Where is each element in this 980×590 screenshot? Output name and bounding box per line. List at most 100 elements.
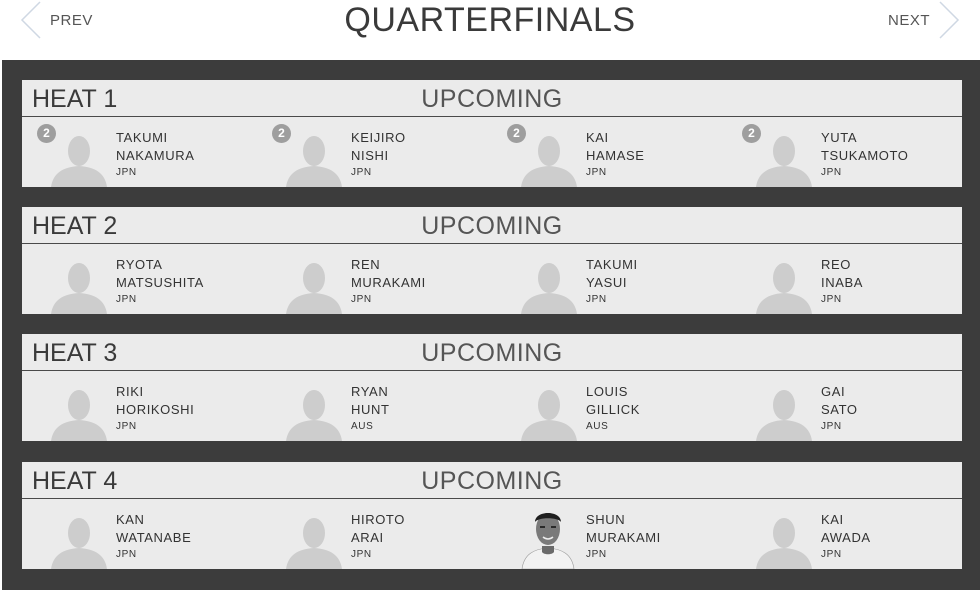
athlete-first-name: KEIJIRO	[351, 130, 406, 145]
heat-card: HEAT 1 UPCOMING 2 TAKUMI NAKAMURA JPN 2 KEIJIRO…	[22, 80, 962, 187]
avatar-placeholder-icon	[286, 518, 342, 569]
athlete-slot[interactable]: KAI AWADA JPN	[727, 499, 962, 569]
athlete-country: JPN	[821, 167, 842, 178]
athlete-first-name: RIKI	[116, 384, 144, 399]
athlete-last-name: HUNT	[351, 402, 390, 417]
athlete-country: AUS	[586, 421, 609, 432]
athlete-country: JPN	[116, 294, 137, 305]
avatar-placeholder-icon	[286, 390, 342, 441]
athlete-country: JPN	[351, 167, 372, 178]
athlete-row: RIKI HORIKOSHI JPN RYAN HUNT AUS LOUIS GILLICK A…	[22, 371, 962, 441]
athlete-country: JPN	[116, 167, 137, 178]
athlete-photo	[521, 513, 575, 569]
avatar-placeholder-icon	[521, 136, 577, 187]
athlete-last-name: MATSUSHITA	[116, 275, 204, 290]
athlete-last-name: NAKAMURA	[116, 148, 195, 163]
athlete-last-name: MURAKAMI	[586, 530, 661, 545]
athlete-last-name: YASUI	[586, 275, 628, 290]
athlete-slot[interactable]: LOUIS GILLICK AUS	[492, 371, 727, 441]
heat-header: HEAT 1 UPCOMING	[22, 80, 962, 117]
avatar-placeholder-icon	[756, 263, 812, 314]
athlete-first-name: YUTA	[821, 130, 858, 145]
athlete-slot[interactable]: TAKUMI YASUI JPN	[492, 244, 727, 314]
athlete-last-name: TSUKAMOTO	[821, 148, 909, 163]
athlete-first-name: GAI	[821, 384, 846, 399]
athlete-first-name: REN	[351, 257, 381, 272]
athlete-country: JPN	[586, 294, 607, 305]
athlete-last-name: AWADA	[821, 530, 871, 545]
athlete-country: JPN	[821, 549, 842, 560]
athlete-first-name: REO	[821, 257, 851, 272]
athlete-slot[interactable]: KAN WATANABE JPN	[22, 499, 257, 569]
athlete-country: JPN	[586, 167, 607, 178]
heat-status: UPCOMING	[421, 339, 563, 367]
athlete-first-name: TAKUMI	[586, 257, 638, 272]
heat-header: HEAT 4 UPCOMING	[22, 462, 962, 499]
athlete-first-name: RYOTA	[116, 257, 163, 272]
heat-status: UPCOMING	[421, 85, 563, 113]
seed-badge: 2	[742, 124, 761, 143]
athlete-last-name: WATANABE	[116, 530, 192, 545]
avatar-placeholder-icon	[51, 390, 107, 441]
round-header: PREV QUARTERFINALS NEXT	[0, 0, 980, 60]
athlete-slot[interactable]: HIROTO ARAI JPN	[257, 499, 492, 569]
heat-card: HEAT 3 UPCOMING RIKI HORIKOSHI JPN RYAN HUNT AU…	[22, 334, 962, 441]
athlete-country: JPN	[821, 294, 842, 305]
athlete-first-name: KAN	[116, 512, 145, 527]
avatar-placeholder-icon	[756, 390, 812, 441]
next-label: NEXT	[887, 11, 930, 29]
athlete-last-name: NISHI	[351, 148, 389, 163]
heat-card: HEAT 2 UPCOMING RYOTA MATSUSHITA JPN REN MURAK…	[22, 207, 962, 314]
avatar-placeholder-icon	[51, 518, 107, 569]
athlete-last-name: GILLICK	[586, 402, 641, 417]
athlete-last-name: ARAI	[351, 530, 384, 545]
athlete-last-name: HORIKOSHI	[116, 402, 195, 417]
athlete-row: 2 TAKUMI NAKAMURA JPN 2 KEIJIRO NISHI JPN 2 KAI HA…	[22, 117, 962, 187]
athlete-country: JPN	[586, 549, 607, 560]
athlete-slot[interactable]: RYOTA MATSUSHITA JPN	[22, 244, 257, 314]
athlete-slot[interactable]: 2 TAKUMI NAKAMURA JPN	[22, 117, 257, 187]
athlete-slot[interactable]: SHUN MURAKAMI JPN	[492, 499, 727, 569]
athlete-country: JPN	[351, 294, 372, 305]
avatar-placeholder-icon	[521, 390, 577, 441]
avatar-placeholder-icon	[521, 263, 577, 314]
athlete-slot[interactable]: GAI SATO JPN	[727, 371, 962, 441]
athlete-slot[interactable]: 2 KAI HAMASE JPN	[492, 117, 727, 187]
athlete-last-name: MURAKAMI	[351, 275, 426, 290]
athlete-slot[interactable]: 2 KEIJIRO NISHI JPN	[257, 117, 492, 187]
heat-header: HEAT 2 UPCOMING	[22, 207, 962, 244]
heat-header: HEAT 3 UPCOMING	[22, 334, 962, 371]
seed-badge: 2	[37, 124, 56, 143]
athlete-row: KAN WATANABE JPN HIROTO ARAI JPN SHUN MURAKAMI J…	[22, 499, 962, 569]
avatar-placeholder-icon	[51, 263, 107, 314]
athlete-first-name: HIROTO	[351, 512, 405, 527]
seed-badge: 2	[507, 124, 526, 143]
avatar-placeholder-icon	[51, 136, 107, 187]
athlete-first-name: TAKUMI	[116, 130, 168, 145]
athlete-first-name: LOUIS	[586, 384, 629, 399]
avatar-placeholder-icon	[756, 136, 812, 187]
avatar-placeholder-icon	[286, 263, 342, 314]
seed-badge: 2	[272, 124, 291, 143]
next-button[interactable]: NEXT	[888, 0, 960, 40]
avatar-placeholder-icon	[286, 136, 342, 187]
athlete-first-name: SHUN	[586, 512, 626, 527]
page-title: QUARTERFINALS	[344, 1, 636, 39]
athlete-country: JPN	[351, 549, 372, 560]
athlete-slot[interactable]: RIKI HORIKOSHI JPN	[22, 371, 257, 441]
athlete-first-name: RYAN	[351, 384, 389, 399]
avatar-placeholder-icon	[756, 518, 812, 569]
athlete-slot[interactable]: 2 YUTA TSUKAMOTO JPN	[727, 117, 962, 187]
chevron-right-icon	[939, 1, 960, 39]
athlete-slot[interactable]: REN MURAKAMI JPN	[257, 244, 492, 314]
athlete-country: AUS	[351, 421, 374, 432]
heats-panel: HEAT 1 UPCOMING 2 TAKUMI NAKAMURA JPN 2 KEIJIRO…	[2, 60, 980, 590]
athlete-slot[interactable]: REO INABA JPN	[727, 244, 962, 314]
athlete-last-name: SATO	[821, 402, 858, 417]
athlete-slot[interactable]: RYAN HUNT AUS	[257, 371, 492, 441]
athlete-last-name: INABA	[821, 275, 864, 290]
athlete-last-name: HAMASE	[586, 148, 645, 163]
athlete-country: JPN	[821, 421, 842, 432]
athlete-row: RYOTA MATSUSHITA JPN REN MURAKAMI JPN TAKUMI YA…	[22, 244, 962, 314]
athlete-first-name: KAI	[586, 130, 609, 145]
